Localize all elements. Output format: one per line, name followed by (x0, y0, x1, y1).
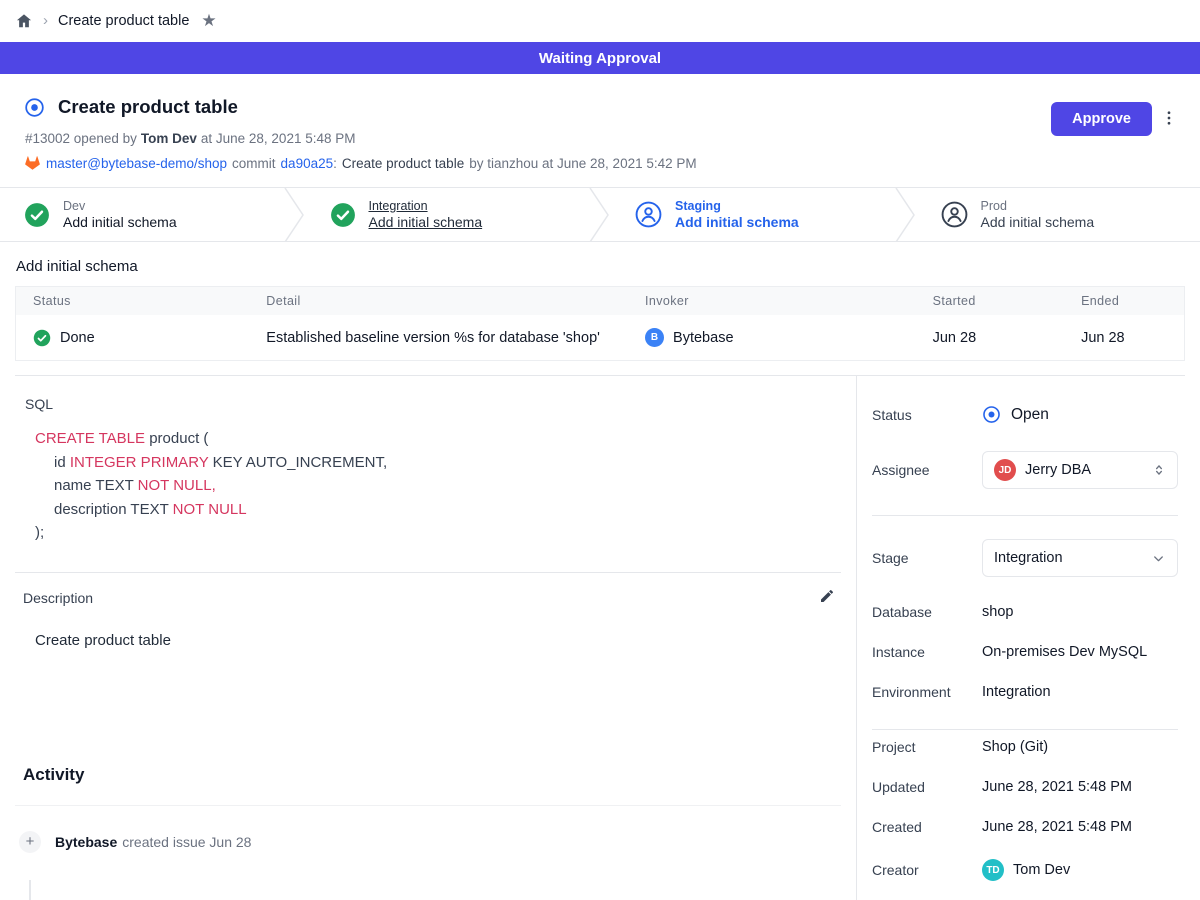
pipeline-stage-integration[interactable]: IntegrationAdd initial schema (306, 188, 590, 241)
invoker-avatar: B (645, 328, 664, 347)
check-circle-icon (330, 202, 356, 228)
check-circle-icon (24, 202, 50, 228)
environment-row: Environment Integration (872, 684, 1178, 700)
colon: : (333, 156, 337, 171)
favorite-star-icon[interactable]: ★ (201, 11, 216, 31)
created-row: Created June 28, 2021 5:48 PM (872, 819, 1178, 835)
edit-description-button[interactable] (819, 588, 835, 609)
plus-icon: + (19, 831, 41, 853)
sql-line: ); (35, 521, 856, 545)
breadcrumb: › Create product table ★ (0, 0, 1200, 42)
chevron-down-icon (1151, 551, 1166, 566)
issue-author: Tom Dev (141, 131, 197, 146)
table-row: Done Established baseline version %s for… (16, 315, 1185, 361)
stage-row: Stage Integration (872, 539, 1178, 577)
approval-banner: Waiting Approval (0, 42, 1200, 74)
stage-separator-icon (895, 188, 917, 241)
creator-row: Creator TD Tom Dev (872, 859, 1178, 881)
updated-row: Updated June 28, 2021 5:48 PM (872, 779, 1178, 795)
creator-value: Tom Dev (1013, 862, 1070, 878)
assignee-select[interactable]: JD Jerry DBA (982, 451, 1178, 489)
assignee-row: Assignee JD Jerry DBA (872, 451, 1178, 489)
divider (872, 729, 1178, 730)
sql-line: id INTEGER PRIMARY KEY AUTO_INCREMENT, (35, 451, 856, 475)
select-updown-icon (1152, 463, 1166, 477)
issue-meta: #13002 opened by Tom Dev at June 28, 202… (25, 131, 1176, 146)
sql-label: SQL (25, 396, 856, 412)
pipeline-stage-dev[interactable]: DevAdd initial schema (0, 188, 284, 241)
status-value: Open (1011, 406, 1049, 424)
issue-header: Create product table #13002 opened by To… (0, 74, 1200, 187)
pending-person-icon (941, 201, 968, 228)
instance-row: Instance On-premises Dev MySQL (872, 644, 1178, 660)
pipeline-stage-prod[interactable]: ProdAdd initial schema (917, 188, 1200, 241)
description-content: Create product table (35, 632, 856, 649)
stage-value: Integration (994, 550, 1142, 566)
issue-open-time: at June 28, 2021 5:48 PM (201, 131, 356, 146)
issue-id-text: #13002 opened by (25, 131, 137, 146)
task-section: Add initial schema StatusDetailInvokerSt… (0, 242, 1200, 376)
assignee-value: Jerry DBA (1025, 462, 1143, 478)
issue-title: Create product table (58, 96, 238, 118)
task-table: StatusDetailInvokerStartedEnded Done Est… (15, 286, 1185, 361)
description-label: Description (23, 590, 93, 606)
pipeline: DevAdd initial schema IntegrationAdd ini… (0, 187, 1200, 242)
commit-hash-link[interactable]: da90a25 (281, 156, 334, 171)
status-row: Status Open (872, 405, 1178, 424)
branch-link[interactable]: master@bytebase-demo/shop (46, 156, 227, 171)
open-status-icon (982, 405, 1001, 424)
gitlab-icon (24, 155, 41, 171)
database-row: Database shop (872, 604, 1178, 620)
assignee-label: Assignee (872, 462, 982, 478)
creator-avatar: TD (982, 859, 1004, 881)
stage-separator-icon (589, 188, 611, 241)
project-row: Project Shop (Git) (872, 739, 1178, 755)
column-header-started: Started (916, 287, 1064, 316)
issue-body: SQL CREATE TABLE product (id INTEGER PRI… (0, 376, 856, 900)
sql-code: CREATE TABLE product (id INTEGER PRIMARY… (35, 427, 856, 545)
task-title: Add initial schema (16, 258, 1185, 275)
stage-separator-icon (284, 188, 306, 241)
commit-word: commit (232, 156, 276, 171)
activity-timeline-line (29, 880, 31, 900)
column-header-detail: Detail (249, 287, 628, 316)
approve-button[interactable]: Approve (1051, 102, 1152, 136)
breadcrumb-chevron-icon: › (43, 12, 48, 29)
commit-meta: master@bytebase-demo/shop commit da90a25… (24, 155, 1176, 171)
commit-message: Create product table (342, 156, 464, 171)
issue-open-status-icon (24, 97, 45, 118)
commit-byline: by tianzhou at June 28, 2021 5:42 PM (469, 156, 696, 171)
divider (872, 515, 1178, 516)
home-icon[interactable] (15, 12, 33, 30)
activity-item: + Bytebasecreated issue Jun 28 (19, 831, 856, 853)
breadcrumb-title: Create product table (58, 13, 189, 29)
column-header-status: Status (16, 287, 250, 316)
divider (15, 572, 841, 573)
stage-select[interactable]: Integration (982, 539, 1178, 577)
pending-person-icon (635, 201, 662, 228)
assignee-avatar: JD (994, 459, 1016, 481)
column-header-ended: Ended (1064, 287, 1184, 316)
activity-title: Activity (23, 765, 856, 785)
done-check-icon (33, 329, 51, 347)
more-actions-button[interactable] (1160, 109, 1178, 132)
stage-label: Stage (872, 550, 982, 566)
pipeline-stage-staging[interactable]: StagingAdd initial schema (611, 188, 895, 241)
creator-label: Creator (872, 862, 982, 878)
column-header-invoker: Invoker (628, 287, 916, 316)
sql-line: name TEXT NOT NULL, (35, 474, 856, 498)
sql-line: CREATE TABLE product ( (35, 427, 856, 451)
status-label: Status (872, 407, 982, 423)
issue-sidebar: Status Open Assignee JD Jerry DBA (856, 376, 1200, 900)
divider (15, 805, 841, 806)
sql-line: description TEXT NOT NULL (35, 498, 856, 522)
activity-list: + Bytebasecreated issue Jun 28 (0, 831, 856, 853)
page: › Create product table ★ Waiting Approva… (0, 0, 1200, 900)
